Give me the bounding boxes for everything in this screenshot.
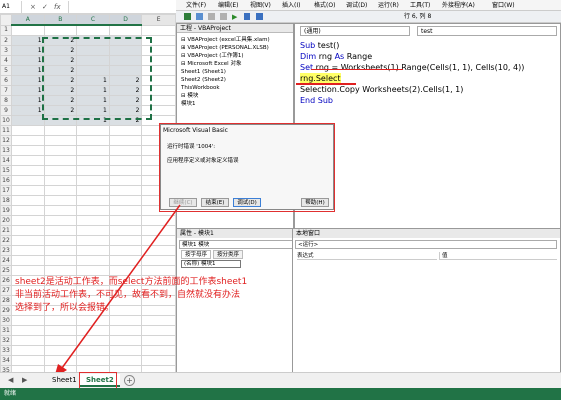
status-bar: 就绪	[0, 388, 561, 400]
arrow-line	[61, 204, 181, 369]
tab-scroll-right-icon[interactable]: ▶	[22, 376, 27, 384]
sheet-tab-sheet1[interactable]: Sheet1	[46, 374, 83, 387]
tab-scroll-left-icon[interactable]: ◀	[8, 376, 13, 384]
add-sheet-icon[interactable]: +	[124, 375, 135, 386]
annotation-arrow	[54, 204, 181, 378]
